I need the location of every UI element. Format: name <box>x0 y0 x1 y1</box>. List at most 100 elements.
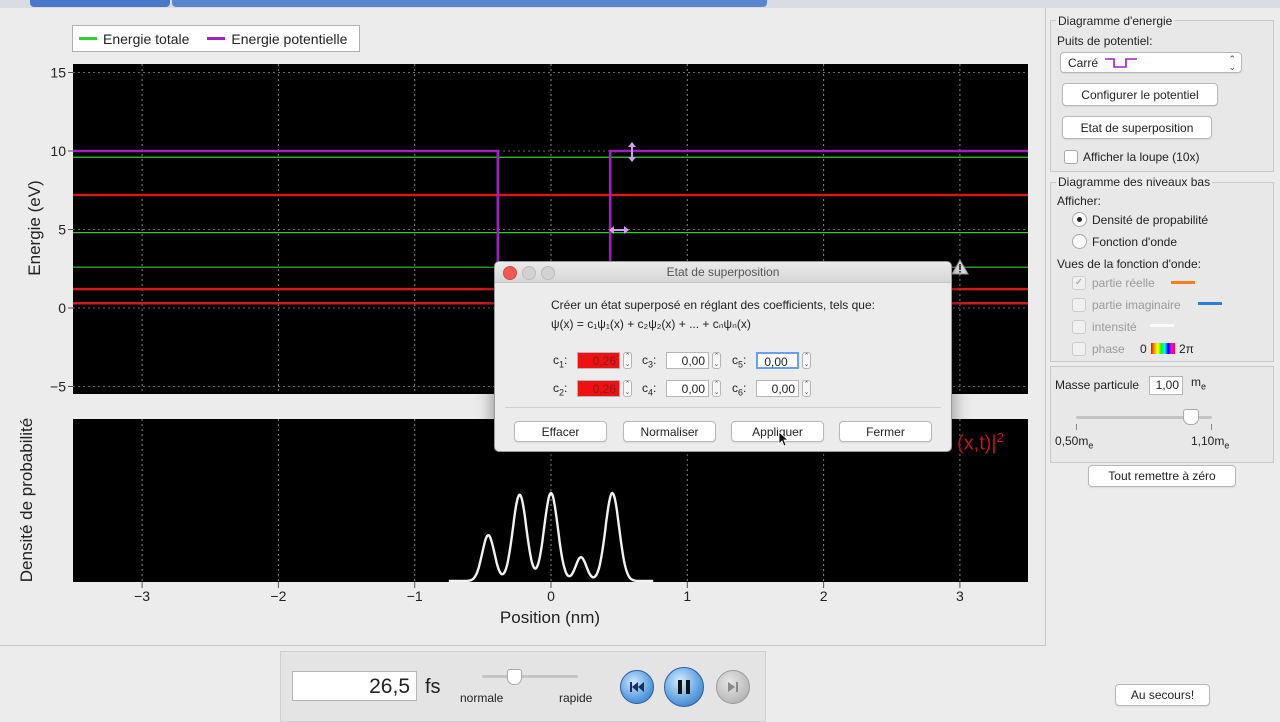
slider-min-label: 0,50me <box>1055 434 1093 450</box>
warning-icon <box>951 259 969 275</box>
pause-icon <box>678 680 690 694</box>
energy-ytick-label: −5 <box>50 379 66 395</box>
density-xtick-label: 3 <box>956 588 964 604</box>
intensity-label: intensité <box>1092 320 1137 334</box>
slider-max-sub: e <box>1224 440 1230 451</box>
imag-part-label: partie imaginaire <box>1092 298 1181 312</box>
horizontal-drag-handle-icon[interactable] <box>607 222 631 238</box>
coef-label-c6: c6: <box>732 381 746 397</box>
tab-bar[interactable] <box>172 0 767 7</box>
mass-slider-thumb[interactable] <box>1183 409 1199 425</box>
vertical-drag-handle-icon[interactable] <box>622 140 642 164</box>
legend-total-label: Energie totale <box>103 30 190 47</box>
coef-input-c4[interactable]: 0,00 <box>666 380 709 397</box>
help-button[interactable]: Au secours! <box>1115 684 1210 706</box>
mass-input[interactable]: 1,00 <box>1149 376 1183 395</box>
slider-tick-max <box>1211 424 1212 430</box>
density-xtick-label: 0 <box>547 588 555 604</box>
coef-stepper-c2[interactable]: ⌃ ⌄ <box>623 380 632 397</box>
normalize-button[interactable]: Normaliser <box>623 421 716 442</box>
formula-fragment: (x,t)| <box>957 432 997 455</box>
coef-label-colon: : <box>564 353 568 367</box>
energy-diagram-title: Diagramme d'energie <box>1056 14 1175 28</box>
energy-ytick-label: 5 <box>58 222 66 238</box>
coef-label-c4: c4: <box>642 381 656 397</box>
phase-max-label: 2π <box>1179 342 1194 356</box>
coef-label-colon: : <box>743 353 747 367</box>
low-levels-group <box>1050 182 1274 362</box>
energy-ytick-label: 0 <box>58 300 66 316</box>
chevron-updown-icon: ⌃ ⌄ <box>1228 54 1236 72</box>
mouse-cursor-icon <box>778 431 790 447</box>
coef-label-colon: : <box>653 353 657 367</box>
time-unit: fs <box>425 676 441 698</box>
dialog-description: Créer un état superposé en réglant des c… <box>551 298 875 312</box>
real-part-checkbox[interactable]: ✓ <box>1072 276 1086 290</box>
slider-max-label: 1,10me <box>1191 434 1229 450</box>
density-xtick-label: −1 <box>407 588 423 604</box>
well-label: Puits de potentiel: <box>1057 34 1153 48</box>
speed-slider-track[interactable] <box>482 675 578 678</box>
slider-max-value: 1,10m <box>1191 434 1225 448</box>
wavefunction-radio[interactable] <box>1072 234 1087 249</box>
reset-button[interactable]: Tout remettre à zéro <box>1088 465 1236 487</box>
position-axis-label: Position (nm) <box>499 608 601 627</box>
dialog-formula: ψ(x) = c₁ψ₁(x) + c₂ψ₂(x) + ... + cₙψₙ(x) <box>551 317 751 331</box>
density-xtick-label: −3 <box>134 588 150 604</box>
density-xtick-label: 2 <box>820 588 828 604</box>
well-select[interactable]: Carré ⌃ ⌄ <box>1060 52 1242 73</box>
rewind-button[interactable] <box>620 670 654 704</box>
density-radio[interactable] <box>1072 212 1087 227</box>
close-button[interactable]: Fermer <box>839 421 932 442</box>
coef-label-c5: c5: <box>732 353 746 369</box>
coef-stepper-c6[interactable]: ⌃ ⌄ <box>802 380 811 397</box>
imag-part-checkbox[interactable] <box>1072 298 1086 312</box>
coef-label-colon: : <box>743 381 747 395</box>
mass-unit-label: me <box>1191 375 1206 391</box>
well-select-value: Carré <box>1068 55 1099 70</box>
density-radio-label: Densité de propabilité <box>1092 213 1209 227</box>
dialog-title: Etat de superposition <box>666 265 780 279</box>
step-forward-icon <box>728 682 738 692</box>
superposition-dialog: Etat de superposition Créer un état supe… <box>494 261 952 452</box>
tab-active[interactable] <box>30 0 170 7</box>
imag-part-swatch <box>1198 302 1222 305</box>
coef-label-c2: c2: <box>553 381 567 397</box>
legend-potential-swatch <box>207 37 226 40</box>
real-part-swatch <box>1171 281 1195 284</box>
minimize-window-icon[interactable] <box>522 266 536 280</box>
views-label: Vues de la fonction d'onde: <box>1057 257 1201 271</box>
coef-stepper-c5[interactable]: ⌃ ⌄ <box>802 352 811 369</box>
intensity-checkbox[interactable] <box>1072 320 1086 334</box>
configure-potential-button[interactable]: Configurer le potentiel <box>1062 83 1218 106</box>
coef-input-c1[interactable]: 0,26 <box>577 352 620 369</box>
coef-stepper-c3[interactable]: ⌃ ⌄ <box>712 352 721 369</box>
step-forward-button[interactable] <box>716 670 750 704</box>
energy-ytick-label: 15 <box>50 65 66 81</box>
phase-min-label: 0 <box>1140 342 1147 356</box>
superposition-button[interactable]: Etat de superposition <box>1062 116 1212 139</box>
coef-input-c6[interactable]: 0,00 <box>756 380 799 397</box>
density-xtick-label: −2 <box>270 588 286 604</box>
close-window-icon[interactable] <box>503 266 517 280</box>
zoom-window-icon[interactable] <box>541 266 555 280</box>
speed-slider-thumb[interactable] <box>507 669 522 685</box>
time-display[interactable]: 26,5 <box>292 671 417 701</box>
clear-button[interactable]: Effacer <box>514 421 607 442</box>
pause-button[interactable] <box>664 667 704 707</box>
coef-input-c3[interactable]: 0,00 <box>666 352 709 369</box>
square-well-icon <box>1105 57 1138 68</box>
loupe-checkbox[interactable] <box>1064 150 1078 164</box>
phase-label: phase <box>1092 342 1125 356</box>
phase-checkbox[interactable] <box>1072 342 1086 356</box>
coef-label-colon: : <box>653 381 657 395</box>
coef-input-c5[interactable]: 0,00 <box>756 352 799 369</box>
density-axis-label: Densité de probabilité <box>17 417 36 583</box>
mass-label: Masse particule <box>1055 378 1140 392</box>
mass-unit: m <box>1191 375 1201 389</box>
speed-normal-label: normale <box>460 691 504 705</box>
coef-stepper-c4[interactable]: ⌃ ⌄ <box>712 380 721 397</box>
coef-stepper-c1[interactable]: ⌃ ⌄ <box>623 352 632 369</box>
phase-colorbar <box>1151 343 1175 354</box>
coef-input-c2[interactable]: 0,26 <box>577 380 620 397</box>
